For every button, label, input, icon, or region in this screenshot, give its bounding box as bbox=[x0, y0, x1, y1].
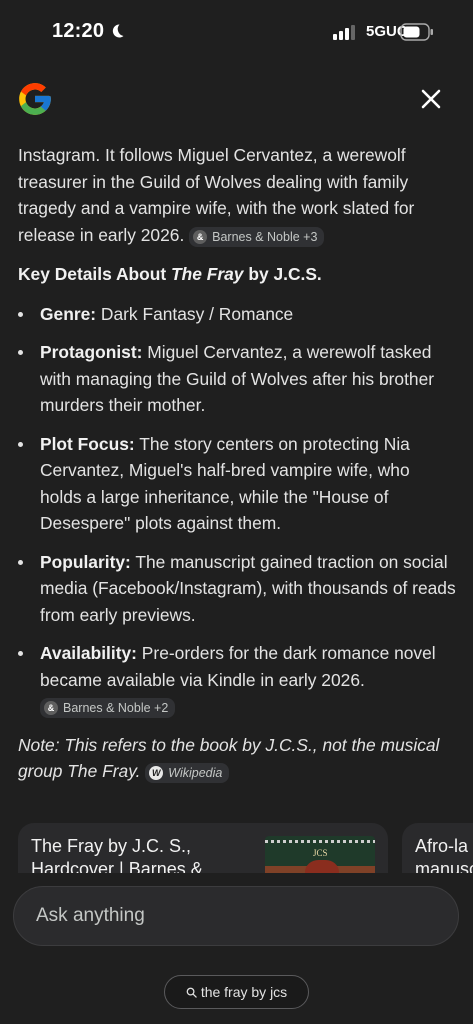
status-bar: 12:20 5GUC bbox=[0, 0, 473, 64]
source-chip[interactable]: & Barnes & Noble +3 bbox=[189, 226, 325, 247]
detail-label: Protagonist: bbox=[40, 342, 143, 362]
section-heading: Key Details About The Fray by J.C.S. bbox=[18, 261, 456, 288]
source-chip[interactable]: & Barnes & Noble +2 bbox=[40, 698, 176, 718]
detail-label: Availability: bbox=[40, 643, 137, 663]
answer-content: Instagram. It follows Miguel Cervantez, … bbox=[18, 142, 456, 785]
result-card[interactable]: Afro-la manusc bbox=[402, 823, 473, 873]
card-title: Afro-la manusc bbox=[415, 836, 473, 873]
status-time: 12:20 bbox=[52, 20, 105, 42]
intro-paragraph: Instagram. It follows Miguel Cervantez, … bbox=[18, 142, 456, 248]
source-logo-icon: & bbox=[193, 229, 208, 244]
result-cards: The Fray by J.C. S., Hardcover | Barnes … bbox=[18, 823, 473, 873]
wikipedia-icon: W bbox=[149, 766, 164, 780]
list-item: Protagonist: Miguel Cervantez, a werewol… bbox=[18, 339, 456, 419]
list-item: Plot Focus: The story centers on protect… bbox=[18, 431, 456, 537]
source-chip-label: Barnes & Noble +3 bbox=[212, 229, 318, 244]
google-logo bbox=[19, 83, 51, 115]
heading-title: The Fray bbox=[171, 264, 244, 284]
moon-icon bbox=[112, 24, 124, 38]
cover-author-text: JCS bbox=[313, 848, 328, 858]
list-item: Availability: Pre-orders for the dark ro… bbox=[18, 640, 456, 720]
note-paragraph: Note: This refers to the book by J.C.S.,… bbox=[18, 732, 456, 785]
battery-icon bbox=[400, 23, 433, 41]
result-card[interactable]: The Fray by J.C. S., Hardcover | Barnes … bbox=[18, 823, 388, 873]
heading-suffix: by J.C.S. bbox=[243, 264, 322, 284]
ask-input[interactable]: Ask anything bbox=[13, 886, 459, 946]
detail-text: Dark Fantasy / Romance bbox=[96, 303, 294, 324]
wikipedia-chip[interactable]: W Wikipedia bbox=[145, 763, 230, 783]
detail-label: Popularity: bbox=[40, 551, 131, 572]
query-chip[interactable]: the fray by jcs bbox=[164, 975, 309, 1009]
source-logo-icon: & bbox=[44, 701, 58, 715]
source-chip-label: Barnes & Noble +2 bbox=[63, 701, 169, 715]
search-icon bbox=[186, 987, 197, 998]
signal-icon bbox=[333, 25, 355, 40]
wikipedia-chip-label: Wikipedia bbox=[168, 766, 223, 780]
heading-prefix: Key Details About bbox=[18, 264, 171, 284]
detail-label: Genre: bbox=[40, 303, 97, 324]
ask-placeholder: Ask anything bbox=[36, 905, 145, 926]
list-item: Popularity: The manuscript gained tracti… bbox=[18, 549, 456, 629]
card-title: The Fray by J.C. S., Hardcover | Barnes … bbox=[31, 836, 203, 873]
detail-label: Plot Focus: bbox=[40, 433, 135, 454]
query-text: the fray by jcs bbox=[200, 984, 288, 1000]
close-icon[interactable] bbox=[415, 83, 447, 115]
list-item: Genre: Dark Fantasy / Romance bbox=[18, 301, 456, 328]
details-list: Genre: Dark Fantasy / Romance Protagonis… bbox=[18, 301, 456, 720]
book-cover-thumbnail: JCS bbox=[265, 836, 375, 873]
